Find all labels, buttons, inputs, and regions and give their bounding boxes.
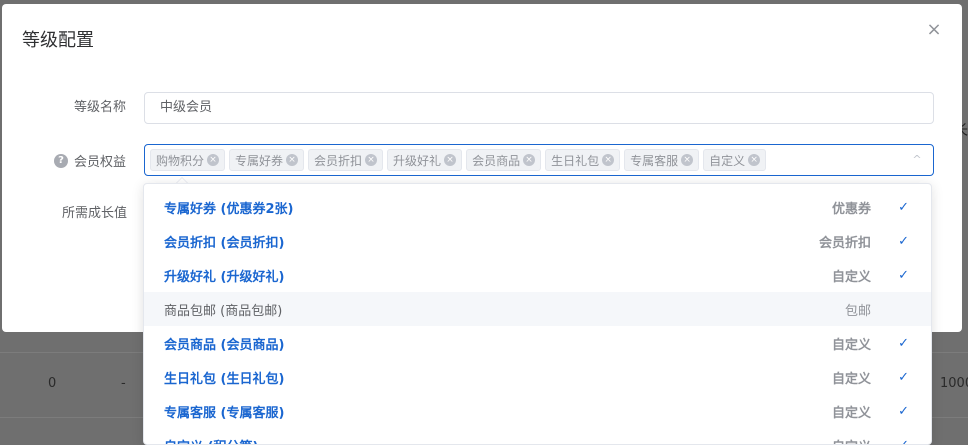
selected-tag: 购物积分 ×	[150, 149, 226, 171]
option-type: 自定义	[831, 269, 871, 285]
dropdown-option[interactable]: 会员折扣 (会员折扣) 会员折扣 ✓	[144, 224, 931, 258]
check-icon: ✓	[898, 233, 909, 249]
background-cell: 0	[48, 376, 57, 391]
dialog-title: 等级配置	[22, 30, 94, 51]
member-rights-label: ? 会员权益	[54, 151, 126, 170]
selected-tag: 升级好礼 ×	[387, 149, 463, 171]
tag-label: 升级好礼	[393, 153, 442, 168]
check-icon: ✓	[898, 267, 909, 283]
background-cell: -	[121, 376, 126, 391]
tag-label: 自定义	[709, 153, 746, 168]
tag-close-icon[interactable]: ×	[365, 154, 378, 166]
tag-close-icon[interactable]: ×	[286, 154, 299, 166]
check-icon: ✓	[898, 437, 909, 445]
growth-value-label: 所需成长值	[62, 206, 128, 221]
check-icon: ✓	[898, 199, 909, 215]
tag-close-icon[interactable]: ×	[748, 154, 761, 166]
option-type: 自定义	[831, 371, 871, 387]
tag-close-icon[interactable]: ×	[207, 154, 220, 166]
dropdown-option[interactable]: 升级好礼 (升级好礼) 自定义 ✓	[144, 258, 931, 292]
option-label: 专属好券 (优惠券2张)	[164, 201, 294, 217]
chevron-up-icon[interactable]: ^	[911, 154, 923, 166]
member-rights-dropdown: 专属好券 (优惠券2张) 优惠券 ✓ 会员折扣 (会员折扣) 会员折扣 ✓ 升级…	[143, 183, 932, 445]
close-icon[interactable]: ×	[926, 21, 942, 39]
option-type: 自定义	[831, 337, 871, 353]
selected-tag: 会员折扣 ×	[308, 149, 384, 171]
option-type: 会员折扣	[818, 235, 871, 251]
tag-label: 会员折扣	[314, 153, 363, 168]
member-rights-label-text: 会员权益	[74, 155, 127, 170]
selected-tag: 会员商品 ×	[466, 149, 542, 171]
tag-close-icon[interactable]: ×	[444, 154, 457, 166]
dropdown-option[interactable]: 自定义 (积分等) 自定义 ✓	[144, 428, 931, 445]
option-label: 升级好礼 (升级好礼)	[164, 269, 285, 285]
member-rights-select[interactable]: 购物积分 × 专属好券 × 会员折扣 × 升级好礼 × 会员商品 × 生日礼包 × 专属客服…	[144, 144, 934, 176]
help-icon[interactable]: ?	[54, 153, 68, 168]
tag-label: 专属客服	[630, 153, 679, 168]
selected-tag: 生日礼包 ×	[545, 149, 621, 171]
tag-close-icon[interactable]: ×	[602, 154, 615, 166]
option-label: 会员折扣 (会员折扣)	[164, 235, 285, 251]
check-icon: ✓	[898, 335, 909, 351]
level-name-label: 等级名称	[74, 100, 127, 115]
tag-label: 会员商品	[472, 153, 521, 168]
option-type: 自定义	[831, 405, 871, 421]
level-name-input[interactable]: 中级会员	[144, 92, 934, 124]
tag-close-icon[interactable]: ×	[681, 154, 694, 166]
option-type: 优惠券	[831, 201, 871, 217]
option-label: 会员商品 (会员商品)	[164, 337, 285, 353]
selected-tag: 专属好券 ×	[229, 149, 305, 171]
option-label: 自定义 (积分等)	[164, 436, 258, 445]
option-label: 生日礼包 (生日礼包)	[164, 371, 285, 387]
tag-close-icon[interactable]: ×	[523, 154, 536, 166]
option-type: 自定义	[832, 436, 871, 445]
selected-tag: 专属客服 ×	[624, 149, 700, 171]
selected-tag: 自定义 ×	[703, 149, 767, 171]
tag-label: 专属好券	[235, 153, 284, 168]
background-cell: 1000	[940, 376, 968, 391]
check-icon: ✓	[898, 369, 909, 385]
dropdown-option[interactable]: 会员商品 (会员商品) 自定义 ✓	[144, 326, 931, 360]
tag-label: 生日礼包	[551, 153, 600, 168]
check-icon: ✓	[898, 403, 909, 419]
option-type: 包邮	[844, 303, 871, 319]
dropdown-option[interactable]: 专属客服 (专属客服) 自定义 ✓	[144, 394, 931, 428]
option-label: 商品包邮 (商品包邮)	[164, 303, 283, 319]
dropdown-option[interactable]: 商品包邮 (商品包邮) 包邮	[144, 292, 931, 326]
option-label: 专属客服 (专属客服)	[164, 405, 285, 421]
dropdown-option[interactable]: 生日礼包 (生日礼包) 自定义 ✓	[144, 360, 931, 394]
dropdown-option[interactable]: 专属好券 (优惠券2张) 优惠券 ✓	[144, 190, 931, 224]
tag-label: 购物积分	[156, 153, 205, 168]
